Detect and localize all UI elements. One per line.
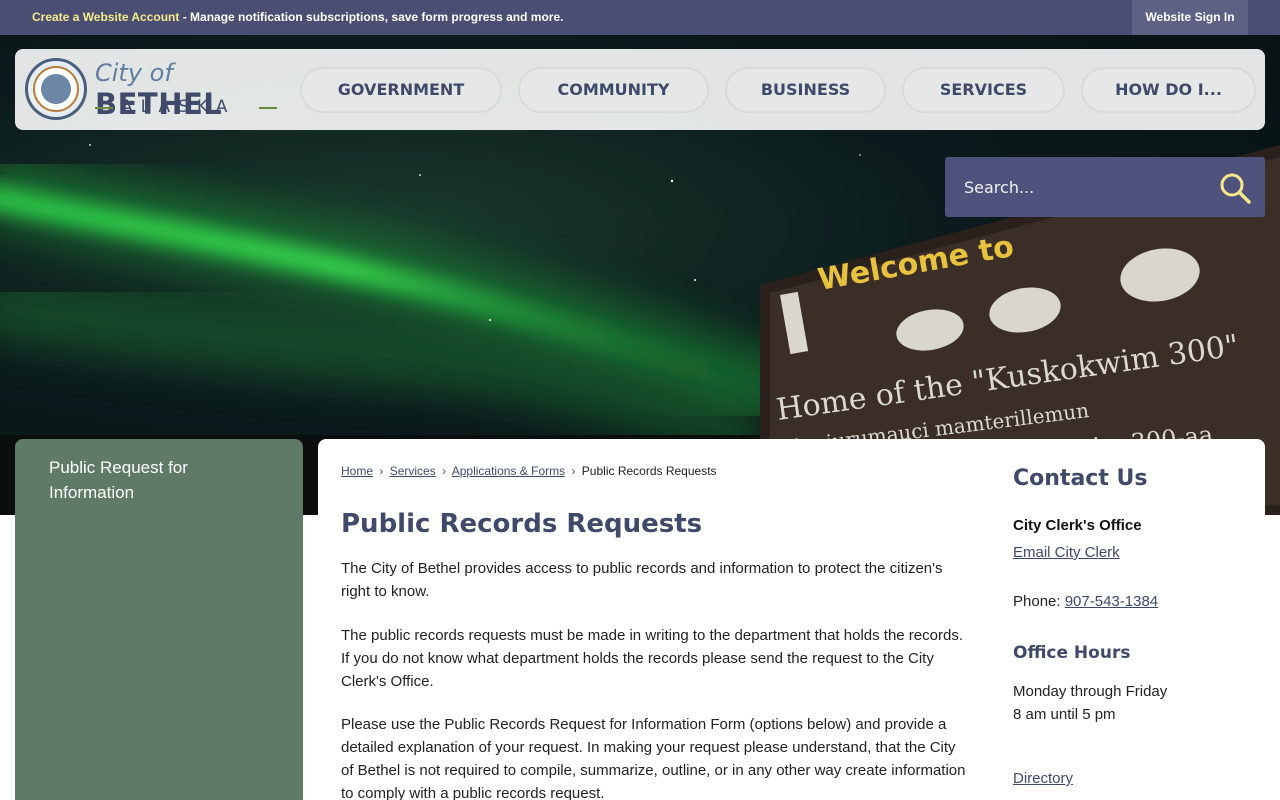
breadcrumb-applications-forms[interactable]: Applications & Forms: [452, 464, 565, 478]
breadcrumb-current: Public Records Requests: [581, 464, 717, 478]
section-sidebar: Public Request for Information: [15, 439, 303, 800]
nav-services[interactable]: SERVICES: [902, 67, 1065, 113]
nav-government[interactable]: GOVERNMENT: [300, 67, 502, 113]
breadcrumb-home[interactable]: Home: [341, 464, 373, 478]
office-hours-days: Monday through Friday: [1013, 683, 1168, 700]
breadcrumb-separator: ›: [571, 464, 576, 478]
account-notice-text: - Manage notification subscriptions, sav…: [179, 10, 564, 24]
create-account-link[interactable]: Create a Website Account: [32, 10, 179, 24]
intro-paragraph: The City of Bethel provides access to pu…: [341, 560, 943, 600]
website-sign-in-button[interactable]: Website Sign In: [1132, 0, 1248, 35]
phone-link[interactable]: 907-543-1384: [1065, 593, 1158, 610]
contact-office-name: City Clerk's Office: [1013, 517, 1142, 534]
logo-alaska-row: ALASKA: [95, 97, 277, 117]
phone-label: Phone:: [1013, 593, 1065, 610]
email-city-clerk-link[interactable]: Email City Clerk: [1013, 544, 1120, 561]
office-hours: Monday through Friday 8 am until 5 pm: [1013, 680, 1167, 726]
logo-city-of: City of: [95, 59, 173, 87]
writing-requirement-paragraph: The public records requests must be made…: [341, 627, 963, 690]
office-hours-title: Office Hours: [1013, 643, 1131, 663]
site-search[interactable]: Search...: [945, 157, 1265, 217]
page-title: Public Records Requests: [341, 509, 703, 539]
directory-link[interactable]: Directory: [1013, 770, 1073, 787]
breadcrumb-separator: ›: [379, 464, 384, 478]
breadcrumb: Home › Services › Applications & Forms ›…: [341, 464, 717, 478]
search-input[interactable]: Search...: [964, 178, 1034, 197]
logo-alaska: ALASKA: [121, 97, 236, 117]
sidebar-item-public-request[interactable]: Public Request for Information: [49, 455, 249, 505]
site-header: City of BETHEL ALASKA GOVERNMENT COMMUNI…: [15, 49, 1265, 130]
breadcrumb-services[interactable]: Services: [390, 464, 436, 478]
nav-how-do-i[interactable]: HOW DO I...: [1081, 67, 1256, 113]
breadcrumb-separator: ›: [442, 464, 447, 478]
contact-phone: Phone: 907-543-1384: [1013, 593, 1158, 610]
city-seal-icon: [25, 58, 87, 120]
city-logo[interactable]: City of BETHEL ALASKA: [25, 57, 285, 121]
search-icon[interactable]: [1218, 171, 1252, 205]
form-instructions-paragraph: Please use the Public Records Request fo…: [341, 716, 966, 800]
nav-business[interactable]: BUSINESS: [725, 67, 886, 113]
main-content: Home › Services › Applications & Forms ›…: [318, 439, 1265, 800]
account-notice: Create a Website Account - Manage notifi…: [32, 10, 563, 24]
contact-title: Contact Us: [1013, 466, 1148, 491]
office-hours-time: 8 am until 5 pm: [1013, 706, 1116, 723]
top-utility-bar: Create a Website Account - Manage notifi…: [0, 0, 1280, 35]
nav-community[interactable]: COMMUNITY: [518, 67, 709, 113]
